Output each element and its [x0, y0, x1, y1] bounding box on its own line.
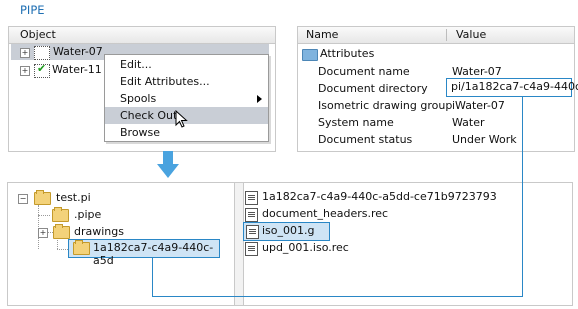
menu-item-label: Edit... [120, 58, 152, 71]
expand-icon[interactable]: + [20, 48, 30, 58]
attribute-name: System name [318, 116, 394, 129]
attribute-row[interactable]: System name Water [298, 115, 574, 131]
object-column-header[interactable]: Object [9, 27, 275, 44]
menu-item-edit[interactable]: Edit... [105, 56, 268, 73]
tree-item-label: drawings [74, 225, 124, 238]
file-icon [245, 208, 258, 222]
object-column-label: Object [20, 28, 56, 41]
expand-icon[interactable]: + [38, 228, 48, 238]
pane-splitter[interactable] [234, 183, 244, 305]
file-name: 1a182ca7-c4a9-440c-a5dd-ce71b9723793 [262, 190, 497, 203]
attribute-row[interactable]: Isometric drawing group iWater-07 [298, 98, 574, 114]
checked-out-doc-icon: ✔ [34, 63, 50, 78]
document-directory-text: pi/1a182ca7-c4a9-440c [451, 80, 578, 93]
expand-icon[interactable]: + [20, 66, 30, 76]
menu-item-label: Spools [120, 92, 157, 105]
file-name: upd_001.iso.rec [262, 241, 349, 254]
attribute-value: Water [452, 116, 485, 129]
file-name: document_headers.rec [262, 207, 389, 220]
name-column-header[interactable]: Name [306, 28, 338, 41]
document-directory-value[interactable]: pi/1a182ca7-c4a9-440c [446, 78, 578, 97]
pipe-title: PIPE [20, 3, 45, 17]
connector-line [152, 296, 523, 297]
tree-item-label: Water-11 [52, 63, 102, 76]
mouse-pointer-icon [175, 110, 188, 128]
attributes-header: Name Value [298, 27, 574, 44]
attributes-root-label: Attributes [320, 47, 375, 60]
tree-item-label: test.pi [56, 191, 91, 204]
menu-item-label: Edit Attributes... [120, 75, 210, 88]
column-divider[interactable] [446, 29, 447, 41]
tree-item-label: 1a182ca7-c4a9-440c-a5d [93, 241, 214, 267]
file-icon [245, 242, 258, 256]
folder-icon [302, 49, 318, 61]
folder-icon [73, 240, 90, 255]
file-icon [245, 191, 258, 205]
attribute-name: Document directory [318, 82, 428, 95]
attribute-value: iWater-07 [452, 99, 505, 112]
attribute-name: Document name [318, 65, 410, 78]
attribute-value: Under Work [452, 133, 517, 146]
file-icon [246, 225, 259, 239]
menu-item-edit-attributes[interactable]: Edit Attributes... [105, 73, 268, 90]
tree-guide-line [57, 240, 58, 249]
folder-icon [34, 190, 51, 205]
menu-item-label: Browse [120, 126, 161, 139]
file-item-iso-001[interactable]: iso_001.g [243, 222, 330, 241]
attribute-row[interactable]: Document status Under Work [298, 132, 574, 148]
file-name: iso_001.g [262, 224, 315, 237]
attribute-name: Isometric drawing group [318, 99, 453, 112]
pipe-doc-icon [34, 46, 50, 60]
collapse-icon[interactable]: − [18, 194, 28, 204]
tree-item-document-folder[interactable]: 1a182ca7-c4a9-440c-a5d [68, 239, 220, 267]
folder-icon [53, 224, 70, 239]
tree-item-label: Water-07 [53, 45, 103, 58]
down-arrow-icon [157, 151, 179, 178]
tree-guide-line [38, 215, 50, 216]
folder-icon [52, 207, 69, 222]
menu-item-spools[interactable]: Spools [105, 90, 268, 107]
value-column-header[interactable]: Value [456, 28, 486, 41]
connector-line [522, 95, 523, 296]
attribute-name: Document status [318, 133, 413, 146]
submenu-arrow-icon [257, 95, 262, 103]
tree-item-label: .pipe [74, 208, 102, 221]
tree-guide-line [57, 249, 68, 250]
menu-item-label: Check Out [120, 109, 178, 122]
tree-guide-line [38, 205, 39, 249]
